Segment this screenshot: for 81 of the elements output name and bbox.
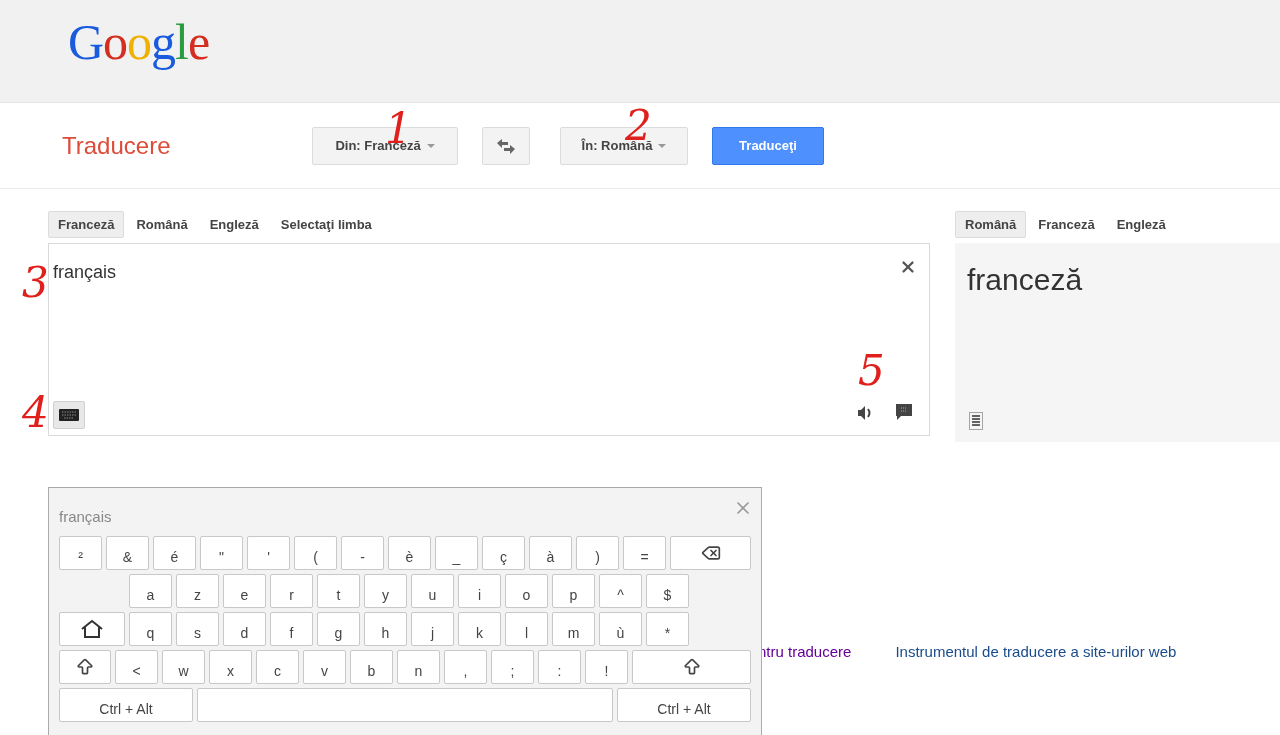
caps-lock-key[interactable] (59, 612, 125, 646)
shift-icon (75, 657, 95, 677)
keyboard-icon (59, 409, 79, 421)
keyboard-key[interactable]: s (176, 612, 219, 646)
google-logo[interactable]: Google (68, 13, 210, 71)
keyboard-key[interactable]: j (411, 612, 454, 646)
keyboard-key[interactable]: p (552, 574, 595, 608)
ctrl-alt-key[interactable]: Ctrl + Alt (617, 688, 751, 722)
house-icon (80, 619, 104, 639)
ctrl-alt-key[interactable]: Ctrl + Alt (59, 688, 193, 722)
keyboard-key[interactable]: ( (294, 536, 337, 570)
keyboard-key[interactable]: : (538, 650, 581, 684)
keyboard-key[interactable]: ) (576, 536, 619, 570)
keyboard-key[interactable]: * (646, 612, 689, 646)
keyboard-key[interactable]: = (623, 536, 666, 570)
keyboard-key[interactable]: , (444, 650, 487, 684)
keyboard-key[interactable]: l (505, 612, 548, 646)
keyboard-key[interactable]: m (552, 612, 595, 646)
keyboard-key[interactable]: r (270, 574, 313, 608)
page-title: Traducere (62, 131, 172, 160)
keyboard-key[interactable]: d (223, 612, 266, 646)
keyboard-key[interactable]: < (115, 650, 158, 684)
keyboard-key[interactable]: n (397, 650, 440, 684)
keyboard-key[interactable]: y (364, 574, 407, 608)
language-tab[interactable]: Engleză (1106, 210, 1176, 238)
keyboard-key[interactable]: $ (646, 574, 689, 608)
keyboard-key[interactable]: ù (599, 612, 642, 646)
keyboard-key[interactable]: è (388, 536, 431, 570)
keyboard-key[interactable]: k (458, 612, 501, 646)
swap-languages-button[interactable] (482, 126, 530, 165)
keyboard-key[interactable]: " (200, 536, 243, 570)
keyboard-key[interactable]: q (129, 612, 172, 646)
keyboard-key[interactable]: i (458, 574, 501, 608)
keyboard-key[interactable]: z (176, 574, 219, 608)
keyboard-key[interactable]: u (411, 574, 454, 608)
backspace-key[interactable] (670, 536, 751, 570)
keyboard-key[interactable]: é (153, 536, 196, 570)
keyboard-key[interactable]: à (529, 536, 572, 570)
keyboard-key[interactable]: ² (59, 536, 102, 570)
list-icon[interactable] (969, 412, 983, 430)
annotation-number: 5 (858, 350, 885, 392)
annotation-number: 4 (22, 392, 49, 434)
backspace-icon (700, 543, 721, 563)
annotation-number: 3 (22, 262, 49, 304)
language-tab[interactable]: Franceză (1028, 210, 1105, 238)
keyboard-key[interactable]: x (209, 650, 252, 684)
language-tab[interactable]: Selectaţi limba (270, 210, 382, 238)
keyboard-key[interactable]: ! (585, 650, 628, 684)
speaker-icon[interactable] (857, 405, 873, 421)
keyboard-key[interactable]: ' (247, 536, 290, 570)
keyboard-key[interactable]: _ (435, 536, 478, 570)
keyboard-key[interactable]: v (303, 650, 346, 684)
source-text: français (53, 262, 117, 283)
keyboard-button[interactable] (53, 401, 85, 429)
language-tab[interactable]: Română (126, 210, 198, 238)
keyboard-key[interactable]: ç (482, 536, 525, 570)
language-tab[interactable]: Română (955, 210, 1027, 238)
keyboard-key[interactable]: t (317, 574, 360, 608)
swap-icon (496, 137, 516, 154)
keyboard-title: français (59, 506, 112, 527)
shift-key[interactable] (59, 650, 111, 684)
language-tab[interactable]: Franceză (48, 210, 125, 238)
chat-bubble-icon[interactable] (895, 403, 913, 421)
keyboard-key[interactable]: c (256, 650, 299, 684)
keyboard-key[interactable]: - (341, 536, 384, 570)
close-icon[interactable] (899, 258, 917, 276)
keyboard-key[interactable]: f (270, 612, 313, 646)
keyboard-key[interactable]: e (223, 574, 266, 608)
keyboard-key[interactable]: & (106, 536, 149, 570)
footer-link[interactable]: Instrumentul de traducere a site-urilor web (895, 643, 1177, 660)
keyboard-key[interactable]: a (129, 574, 172, 608)
keyboard-key[interactable]: h (364, 612, 407, 646)
keyboard-key[interactable]: ; (491, 650, 534, 684)
shift-icon (681, 657, 702, 677)
keyboard-key[interactable]: o (505, 574, 548, 608)
keyboard-key[interactable]: ^ (599, 574, 642, 608)
language-tab[interactable]: Engleză (199, 210, 269, 238)
translation-text: franceză (967, 263, 1083, 297)
keyboard-key[interactable]: b (350, 650, 393, 684)
keyboard-key[interactable]: g (317, 612, 360, 646)
keyboard-key[interactable]: w (162, 650, 205, 684)
